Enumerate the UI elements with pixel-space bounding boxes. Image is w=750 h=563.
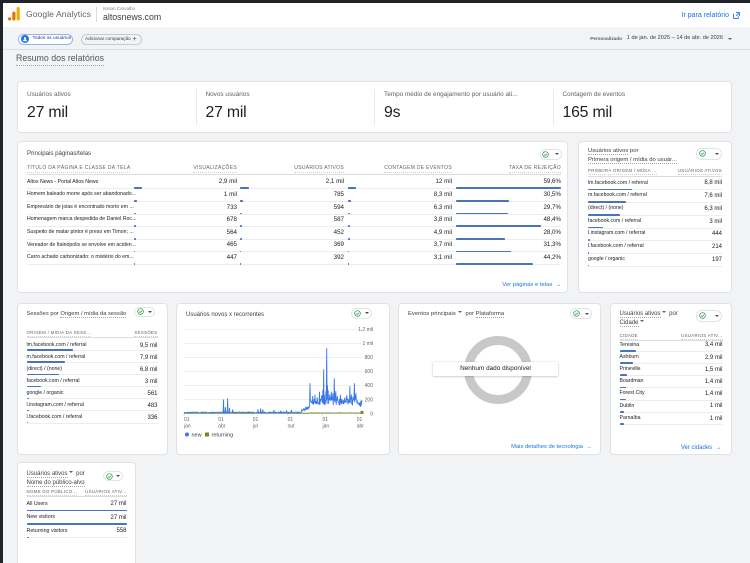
svg-text:01: 01 — [288, 417, 294, 423]
svg-text:600: 600 — [365, 369, 374, 375]
svg-text:jan: jan — [322, 424, 330, 430]
svg-text:abr: abr — [357, 424, 365, 430]
svg-text:jul: jul — [252, 424, 258, 430]
svg-text:800: 800 — [365, 355, 374, 361]
svg-text:1,2 mil: 1,2 mil — [358, 327, 373, 333]
svg-text:200: 200 — [365, 397, 374, 403]
svg-text:abr: abr — [218, 424, 226, 430]
svg-text:1 mil: 1 mil — [362, 341, 373, 347]
svg-text:01: 01 — [218, 417, 224, 423]
svg-text:01: 01 — [323, 417, 329, 423]
svg-text:400: 400 — [365, 383, 374, 389]
svg-text:01: 01 — [357, 417, 363, 423]
svg-text:01: 01 — [184, 417, 190, 423]
svg-text:0: 0 — [370, 411, 373, 417]
svg-text:new: new — [192, 433, 202, 439]
svg-text:01: 01 — [253, 417, 259, 423]
svg-text:jan: jan — [183, 424, 191, 430]
svg-text:returning: returning — [212, 433, 234, 439]
svg-text:out: out — [288, 424, 296, 430]
